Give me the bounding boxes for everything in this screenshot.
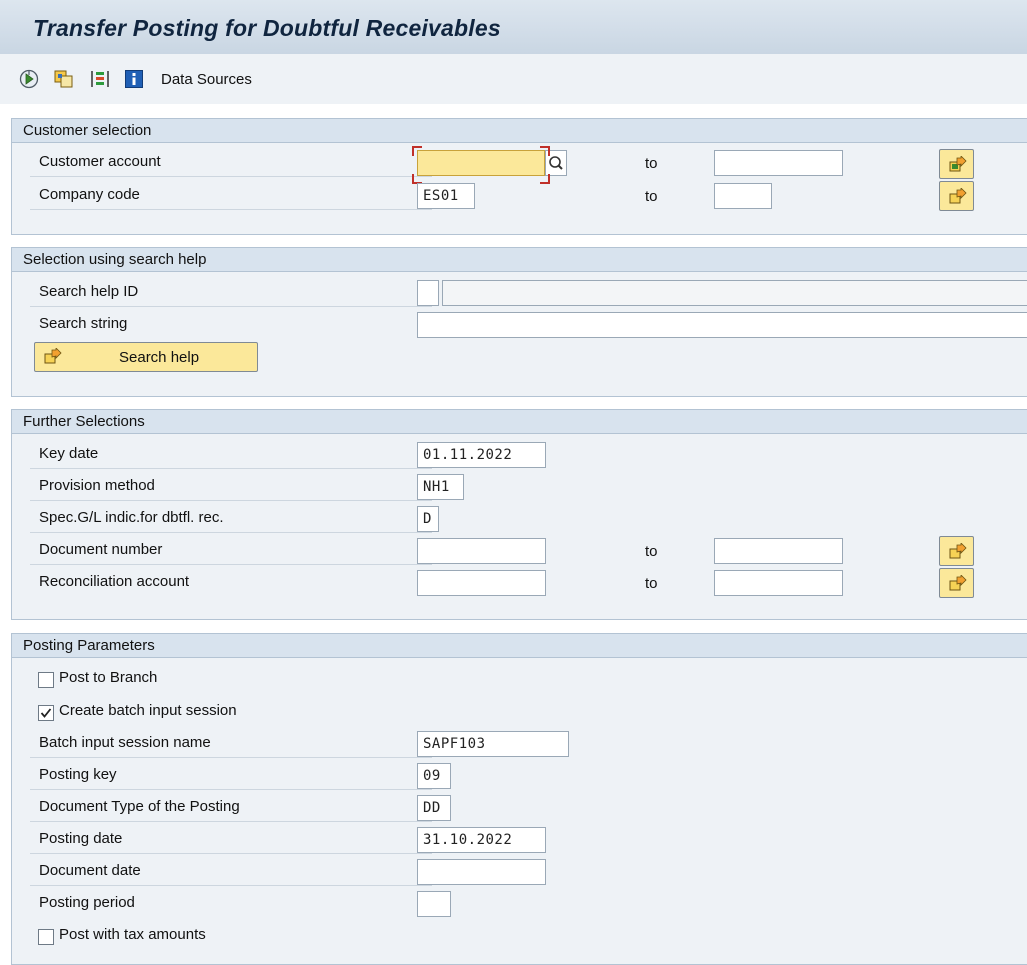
to-label: to <box>645 155 658 172</box>
company-code-from-input[interactable]: ES01 <box>417 183 475 209</box>
post-with-tax-checkbox[interactable] <box>38 929 54 945</box>
create-batch-checkbox[interactable] <box>38 705 54 721</box>
document-date-label: Document date <box>39 862 141 879</box>
document-type-input[interactable]: DD <box>417 795 451 821</box>
focus-corner-marker <box>540 146 550 156</box>
multiple-selection-icon <box>949 575 967 591</box>
to-label: to <box>645 188 658 205</box>
search-help-id-input[interactable] <box>417 280 439 306</box>
post-to-branch-checkbox[interactable] <box>38 672 54 688</box>
post-with-tax-label: Post with tax amounts <box>59 926 206 943</box>
page-title: Transfer Posting for Doubtful Receivable… <box>33 15 501 41</box>
company-code-row: Company code ES01 to <box>12 181 1027 211</box>
document-number-row: Document number to <box>12 536 1027 566</box>
posting-period-input[interactable] <box>417 891 451 917</box>
multiple-selection-icon <box>44 348 62 364</box>
title-bar: Transfer Posting for Doubtful Receivable… <box>0 0 1027 55</box>
posting-key-label: Posting key <box>39 766 117 783</box>
batch-name-label: Batch input session name <box>39 734 211 751</box>
multiple-selection-icon <box>949 543 967 559</box>
search-help-button-label: Search help <box>119 349 200 366</box>
document-type-row: Document Type of the Posting DD <box>12 793 1027 822</box>
posting-parameters-section: Posting Parameters Post to Branch Create… <box>11 633 1027 965</box>
search-help-button[interactable]: Search help <box>34 342 258 372</box>
to-label: to <box>645 575 658 592</box>
reconciliation-account-to-input[interactable] <box>714 570 843 596</box>
customer-account-to-input[interactable] <box>714 150 843 176</box>
multiple-selection-icon <box>949 188 967 204</box>
multiple-selection-button[interactable] <box>939 536 974 566</box>
data-sources-button[interactable]: Data Sources <box>161 71 252 88</box>
reconciliation-account-from-input[interactable] <box>417 570 546 596</box>
spec-gl-input[interactable]: D <box>417 506 439 532</box>
post-to-branch-label: Post to Branch <box>59 669 158 686</box>
post-to-branch-row: Post to Branch <box>12 664 1027 693</box>
document-number-to-input[interactable] <box>714 538 843 564</box>
multiple-selection-icon <box>949 156 967 172</box>
create-batch-row: Create batch input session <box>12 697 1027 726</box>
posting-key-input[interactable]: 09 <box>417 763 451 789</box>
multiple-selection-button[interactable] <box>939 568 974 598</box>
section-header: Customer selection <box>12 119 1027 143</box>
document-type-label: Document Type of the Posting <box>39 798 240 815</box>
search-string-input[interactable] <box>417 312 1027 338</box>
company-code-to-input[interactable] <box>714 183 772 209</box>
key-date-input[interactable]: 01.11.2022 <box>417 442 546 468</box>
spec-gl-row: Spec.G/L indic.for dbtfl. rec. D <box>12 504 1027 533</box>
search-help-section: Selection using search help Search help … <box>11 247 1027 397</box>
search-help-id-description <box>442 280 1027 306</box>
posting-period-label: Posting period <box>39 894 135 911</box>
provision-method-label: Provision method <box>39 477 155 494</box>
spec-gl-label: Spec.G/L indic.for dbtfl. rec. <box>39 509 224 526</box>
execute-icon[interactable] <box>19 69 39 89</box>
info-icon[interactable] <box>124 69 144 89</box>
to-label: to <box>645 543 658 560</box>
company-code-label: Company code <box>39 186 140 203</box>
document-number-from-input[interactable] <box>417 538 546 564</box>
provision-method-row: Provision method NH1 <box>12 472 1027 501</box>
provision-method-input[interactable]: NH1 <box>417 474 464 500</box>
customer-account-label: Customer account <box>39 153 161 170</box>
search-string-label: Search string <box>39 315 128 332</box>
focus-corner-marker <box>412 146 422 156</box>
create-batch-label: Create batch input session <box>59 702 237 719</box>
customer-account-row: Customer account to <box>12 146 1027 184</box>
section-header: Selection using search help <box>12 248 1027 272</box>
section-header: Posting Parameters <box>12 634 1027 658</box>
document-date-row: Document date <box>12 857 1027 886</box>
search-help-id-label: Search help ID <box>39 283 139 300</box>
posting-key-row: Posting key 09 <box>12 761 1027 790</box>
selection-options-icon[interactable] <box>89 69 109 89</box>
multiple-selection-button[interactable] <box>939 149 974 179</box>
posting-period-row: Posting period <box>12 889 1027 918</box>
reconciliation-account-row: Reconciliation account to <box>12 568 1027 598</box>
section-header: Further Selections <box>12 410 1027 434</box>
application-toolbar: Data Sources <box>0 54 1027 104</box>
customer-selection-section: Customer selection Customer account to C… <box>11 118 1027 235</box>
copy-variant-icon[interactable] <box>53 69 73 89</box>
search-string-row: Search string <box>12 310 1027 339</box>
key-date-label: Key date <box>39 445 99 462</box>
search-help-id-row: Search help ID <box>12 278 1027 307</box>
customer-account-from-input[interactable] <box>417 150 545 176</box>
further-selections-section: Further Selections Key date 01.11.2022 P… <box>11 409 1027 620</box>
batch-name-row: Batch input session name SAPF103 <box>12 729 1027 758</box>
multiple-selection-button[interactable] <box>939 181 974 211</box>
posting-date-input[interactable]: 31.10.2022 <box>417 827 546 853</box>
document-date-input[interactable] <box>417 859 546 885</box>
posting-date-row: Posting date 31.10.2022 <box>12 825 1027 854</box>
checkmark-icon <box>40 708 52 718</box>
post-with-tax-row: Post with tax amounts <box>12 922 1027 951</box>
batch-name-input[interactable]: SAPF103 <box>417 731 569 757</box>
document-number-label: Document number <box>39 541 163 558</box>
reconciliation-account-label: Reconciliation account <box>39 573 190 590</box>
posting-date-label: Posting date <box>39 830 123 847</box>
key-date-row: Key date 01.11.2022 <box>12 440 1027 469</box>
